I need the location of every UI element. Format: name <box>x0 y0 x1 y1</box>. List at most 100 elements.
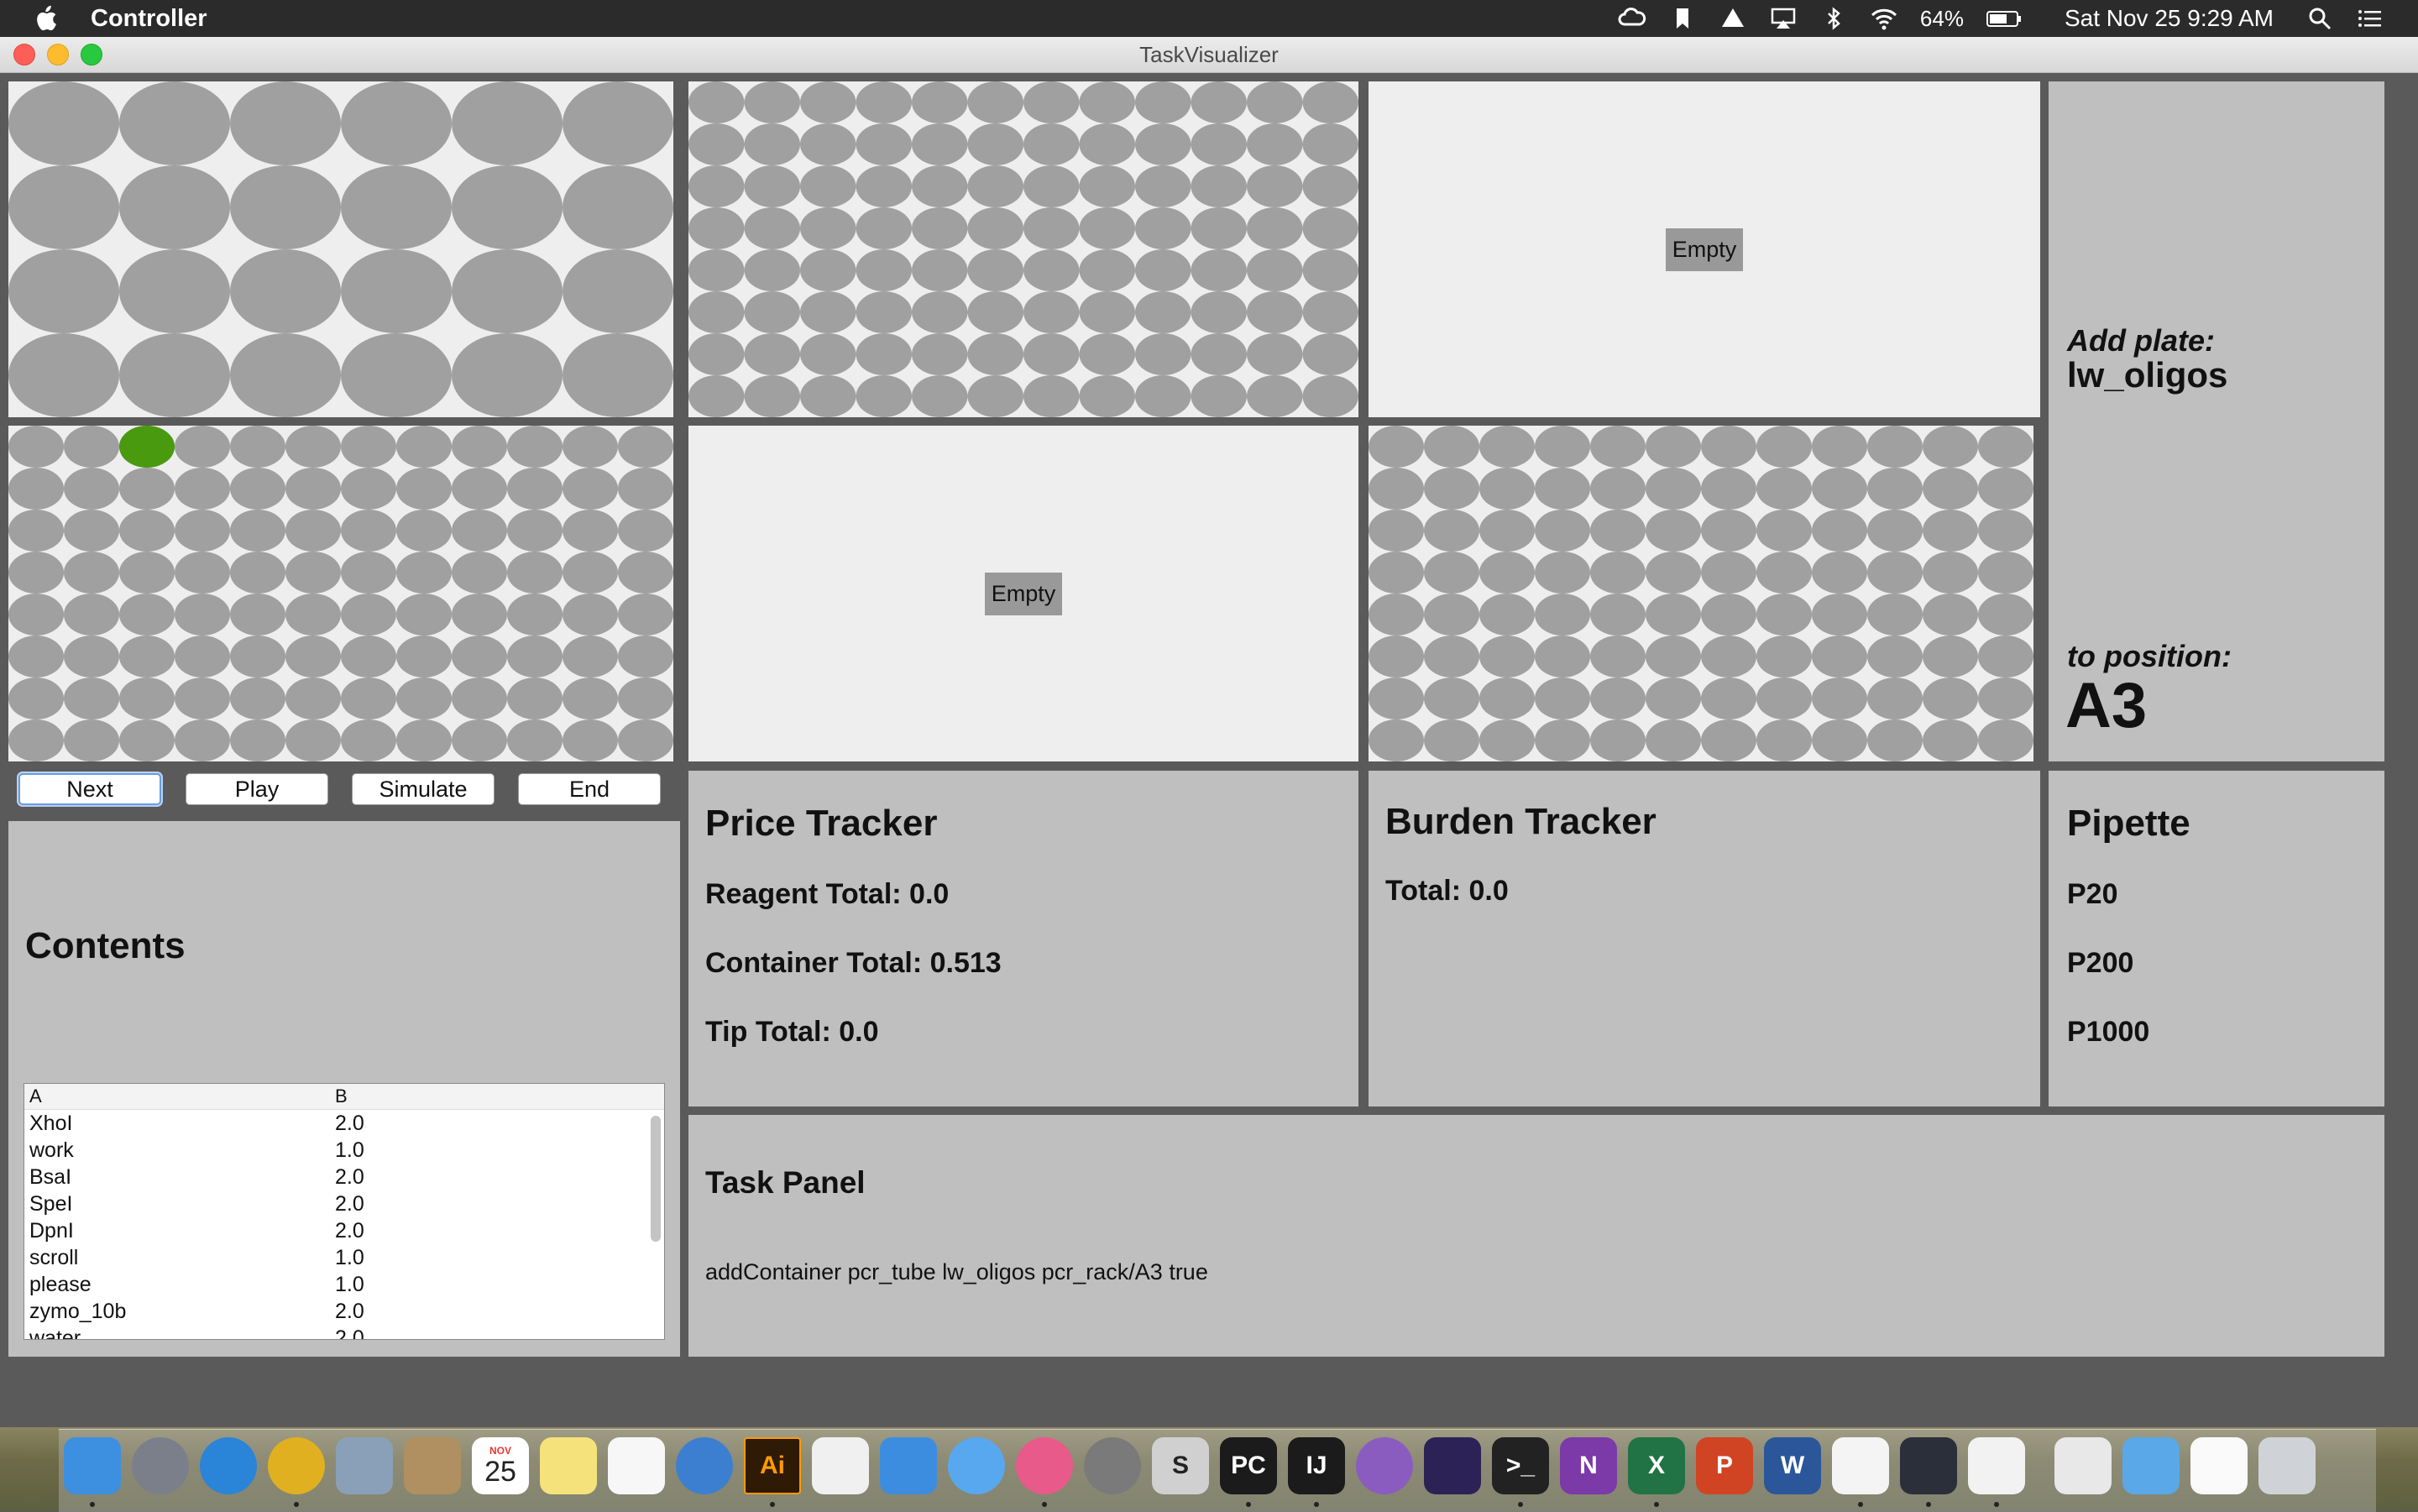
well-C11[interactable] <box>1247 165 1303 207</box>
well-F5[interactable] <box>912 291 968 333</box>
well-B11[interactable] <box>563 468 618 510</box>
well-E6[interactable] <box>285 594 341 636</box>
mail-icon[interactable] <box>336 1437 393 1494</box>
well-E1[interactable] <box>1369 594 1424 636</box>
well-F6[interactable] <box>285 636 341 678</box>
well-F8[interactable] <box>1079 291 1136 333</box>
well-B9[interactable] <box>452 468 507 510</box>
well-B4[interactable] <box>341 165 452 249</box>
well-H2[interactable] <box>64 719 119 761</box>
well-G10[interactable] <box>1867 678 1923 719</box>
well-E11[interactable] <box>1247 249 1303 291</box>
well-C9[interactable] <box>1135 165 1191 207</box>
well-D10[interactable] <box>507 552 563 594</box>
well-G12[interactable] <box>618 678 673 719</box>
well-D5[interactable] <box>230 552 285 594</box>
zoom-window-button[interactable] <box>81 44 102 65</box>
well-B6[interactable] <box>285 468 341 510</box>
well-C8[interactable] <box>1079 165 1136 207</box>
battery-percent[interactable]: 64% <box>1920 6 1964 32</box>
launchpad-icon[interactable] <box>132 1437 189 1494</box>
well-B5[interactable] <box>912 123 968 165</box>
well-H6[interactable] <box>1646 719 1701 761</box>
well-G5[interactable] <box>230 678 285 719</box>
well-A2[interactable] <box>119 81 230 165</box>
well-D10[interactable] <box>1867 552 1923 594</box>
well-A1[interactable] <box>688 81 745 123</box>
well-H12[interactable] <box>618 719 673 761</box>
well-B7[interactable] <box>341 468 396 510</box>
well-D9[interactable] <box>1812 552 1867 594</box>
well-A8[interactable] <box>1079 81 1136 123</box>
table-row[interactable]: please 1.0 <box>24 1271 664 1298</box>
well-A10[interactable] <box>1191 81 1248 123</box>
well-A8[interactable] <box>1756 426 1812 468</box>
well-A11[interactable] <box>1923 426 1978 468</box>
well-D1[interactable] <box>1369 552 1424 594</box>
well-H3[interactable] <box>119 719 175 761</box>
downloads-folder-icon[interactable] <box>2122 1437 2180 1494</box>
well-D11[interactable] <box>1247 207 1303 249</box>
battery-icon[interactable] <box>1986 6 2024 31</box>
well-F9[interactable] <box>1812 636 1867 678</box>
apple-icon[interactable] <box>34 5 57 32</box>
well-G8[interactable] <box>396 678 452 719</box>
well-H11[interactable] <box>563 719 618 761</box>
well-E4[interactable] <box>856 249 913 291</box>
well-E2[interactable] <box>744 249 801 291</box>
well-B6[interactable] <box>1646 468 1701 510</box>
well-H4[interactable] <box>856 375 913 417</box>
well-A5[interactable] <box>912 81 968 123</box>
well-D3[interactable] <box>230 333 341 417</box>
well-C3[interactable] <box>1479 510 1535 552</box>
finder-icon[interactable] <box>64 1437 121 1494</box>
well-F2[interactable] <box>1424 636 1479 678</box>
well-E6[interactable] <box>1646 594 1701 636</box>
well-A10[interactable] <box>507 426 563 468</box>
github-icon[interactable] <box>1356 1437 1413 1494</box>
notification-center-icon[interactable] <box>2356 6 2384 31</box>
well-C1[interactable] <box>688 165 745 207</box>
well-H12[interactable] <box>1302 375 1359 417</box>
well-A5[interactable] <box>452 81 563 165</box>
well-E3[interactable] <box>800 249 856 291</box>
well-H5[interactable] <box>912 375 968 417</box>
well-G10[interactable] <box>507 678 563 719</box>
well-F5[interactable] <box>1590 636 1646 678</box>
well-E2[interactable] <box>64 594 119 636</box>
well-A7[interactable] <box>341 426 396 468</box>
well-B10[interactable] <box>1867 468 1923 510</box>
well-D5[interactable] <box>452 333 563 417</box>
well-E9[interactable] <box>452 594 507 636</box>
well-B1[interactable] <box>688 123 745 165</box>
well-G3[interactable] <box>800 333 856 375</box>
well-B3[interactable] <box>119 468 175 510</box>
illustrator-icon[interactable]: Ai <box>744 1437 801 1494</box>
messages-icon[interactable] <box>948 1437 1005 1494</box>
plate-slot-top-left[interactable] <box>8 81 673 417</box>
ibooks-icon[interactable] <box>880 1437 937 1494</box>
well-F10[interactable] <box>1191 291 1248 333</box>
well-F9[interactable] <box>1135 291 1191 333</box>
well-H8[interactable] <box>396 719 452 761</box>
well-G8[interactable] <box>1756 678 1812 719</box>
well-C5[interactable] <box>230 510 285 552</box>
clock[interactable]: Sat Nov 25 9:29 AM <box>2065 5 2274 32</box>
well-F4[interactable] <box>856 291 913 333</box>
table-row[interactable]: water 2.0 <box>24 1325 664 1339</box>
well-E8[interactable] <box>1756 594 1812 636</box>
well-E2[interactable] <box>1424 594 1479 636</box>
well-C11[interactable] <box>1923 510 1978 552</box>
well-D7[interactable] <box>1701 552 1756 594</box>
well-H4[interactable] <box>175 719 230 761</box>
well-E5[interactable] <box>912 249 968 291</box>
table-row[interactable]: scroll 1.0 <box>24 1244 664 1271</box>
well-A6[interactable] <box>563 81 673 165</box>
plate-slot-bottom-middle[interactable]: Empty <box>688 426 1358 761</box>
well-C8[interactable] <box>396 510 452 552</box>
well-H12[interactable] <box>1978 719 2033 761</box>
app-name[interactable]: Controller <box>91 5 207 33</box>
well-A2[interactable] <box>744 81 801 123</box>
well-C4[interactable] <box>341 249 452 333</box>
well-G1[interactable] <box>8 678 64 719</box>
